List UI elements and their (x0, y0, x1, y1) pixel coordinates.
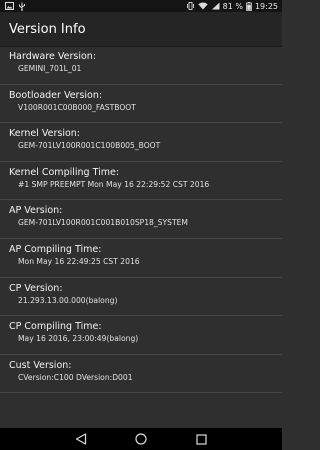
status-bar: 81 % 19:25 (0, 0, 282, 12)
version-info-list: Hardware Version: GEMINI_701L_01 Bootloa… (0, 46, 282, 394)
app-bar: Version Info (0, 12, 282, 46)
item-value: GEM-701LV100R001C001B010SP18_SYSTEM (18, 218, 188, 228)
signal-icon (211, 2, 220, 10)
battery-icon (246, 1, 252, 11)
item-label: Cust Version: (9, 359, 72, 371)
recents-icon[interactable] (194, 432, 208, 446)
item-value: GEM-701LV100R001C100B005_BOOT (18, 141, 161, 151)
item-label: CP Compiling Time: (9, 321, 102, 333)
battery-percent: 81 % (222, 1, 243, 11)
item-label: Hardware Version: (9, 51, 97, 62)
photo-icon (5, 2, 14, 10)
item-label: Kernel Compiling Time: (9, 166, 120, 178)
list-item: Kernel Compiling Time: #1 SMP PREEMPT Mo… (0, 162, 282, 201)
page-title: Version Info (9, 21, 86, 37)
item-label: Kernel Version: (9, 128, 80, 140)
list-item: CP Version: 21.293.13.00.000(balong) (0, 278, 282, 317)
item-value: May 16 2016, 23:00:49(balong) (18, 334, 139, 344)
list-item: CP Compiling Time: May 16 2016, 23:00:49… (0, 316, 282, 355)
item-value: V100R001C00B000_FASTBOOT (18, 102, 136, 112)
back-icon[interactable] (74, 432, 88, 446)
navigation-bar (0, 428, 282, 450)
item-label: CP Version: (9, 282, 63, 294)
status-bar-left (5, 2, 26, 11)
item-value: Mon May 16 22:49:25 CST 2016 (18, 256, 140, 266)
list-item: AP Compiling Time: Mon May 16 22:49:25 C… (0, 239, 282, 278)
list-item: AP Version: GEM-701LV100R001C001B010SP18… (0, 200, 282, 239)
item-label: Bootloader Version: (9, 89, 103, 101)
usb-icon (18, 2, 26, 11)
item-label: AP Version: (9, 205, 63, 217)
clock: 19:25 (254, 1, 278, 11)
vibrate-icon (186, 2, 195, 10)
item-label: AP Compiling Time: (9, 243, 102, 255)
item-value: GEMINI_701L_01 (18, 64, 82, 73)
status-bar-right: 81 % 19:25 (186, 1, 278, 11)
list-item: Kernel Version: GEM-701LV100R001C100B005… (0, 123, 282, 162)
list-item: Cust Version: CVersion:C100 DVersion:D00… (0, 355, 282, 394)
item-value: 21.293.13.00.000(balong) (18, 295, 118, 305)
home-icon[interactable] (134, 432, 148, 446)
wifi-icon (197, 2, 208, 10)
item-value: #1 SMP PREEMPT Mon May 16 22:29:52 CST 2… (18, 179, 210, 189)
list-item: Hardware Version: GEMINI_701L_01 (0, 46, 282, 85)
item-value: CVersion:C100 DVersion:D001 (18, 372, 133, 382)
list-item: Bootloader Version: V100R001C00B000_FAST… (0, 85, 282, 124)
